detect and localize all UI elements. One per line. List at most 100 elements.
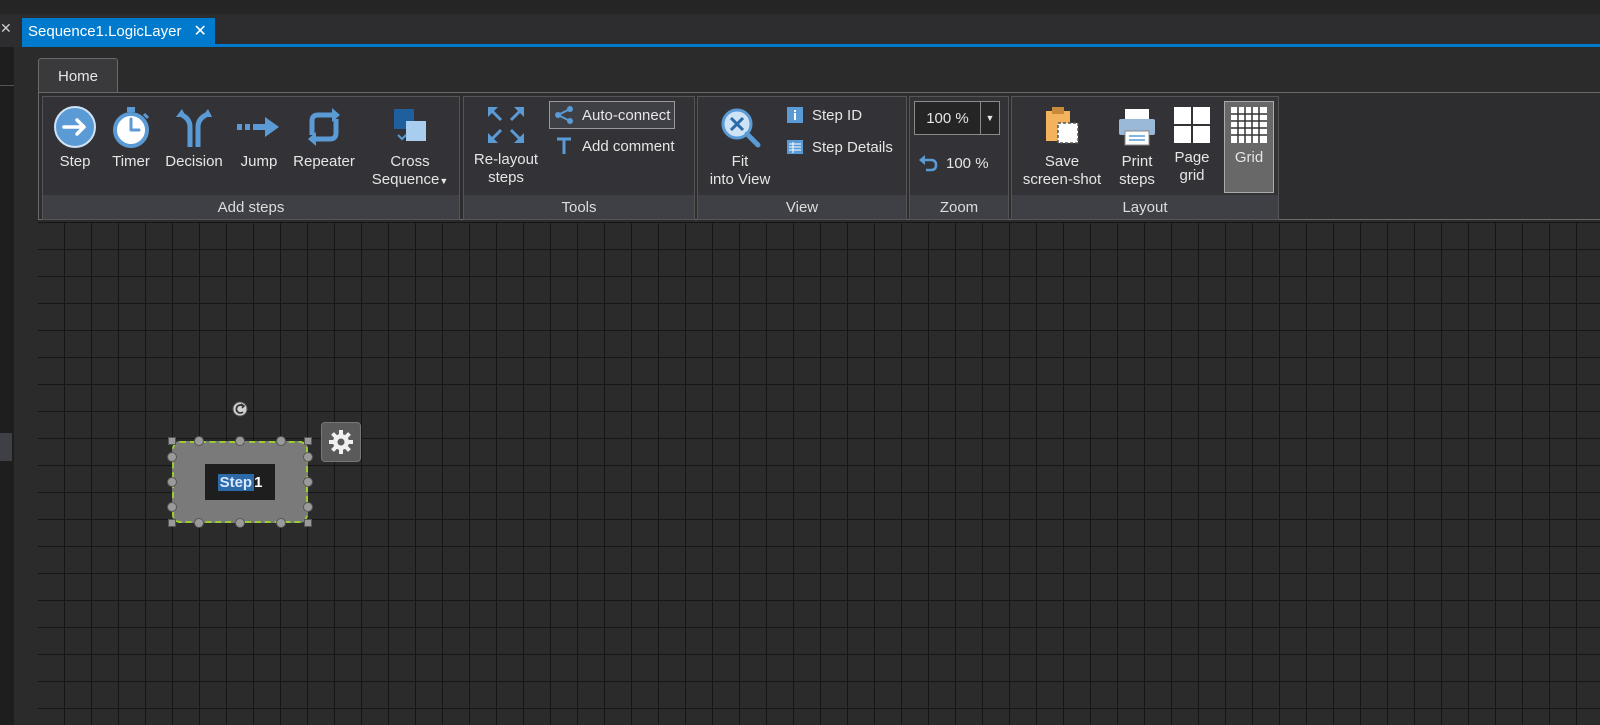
group-view: Fit into View Step ID Step Details View [697, 96, 907, 220]
group-label-add-steps: Add steps [43, 195, 459, 219]
zoom-combo-value: 100 % [926, 109, 969, 127]
add-comment-button[interactable]: Add comment [554, 133, 675, 159]
resize-handle-bottom-left[interactable] [168, 519, 176, 527]
decision-branch-icon [176, 109, 212, 147]
clipboard-screenshot-icon [1046, 107, 1079, 144]
grid-label: Grid [1234, 149, 1264, 166]
resize-handle-bottom-right[interactable] [304, 519, 312, 527]
left-panel-close-icon[interactable]: ✕ [0, 20, 12, 40]
cross-sequence-label-line2: Sequence▼ [371, 171, 449, 188]
connection-point[interactable] [167, 452, 177, 462]
add-decision-button[interactable]: Decision [161, 105, 227, 171]
add-timer-button[interactable]: Timer [105, 105, 157, 171]
step-button-label: Step [59, 153, 91, 170]
print-steps-button[interactable]: Print steps [1112, 105, 1162, 189]
resize-handle-top-left[interactable] [168, 437, 176, 445]
step-node-label[interactable]: Step 1 [205, 464, 275, 500]
page-grid-icon [1174, 107, 1210, 143]
grid-icon [1231, 107, 1267, 143]
group-zoom: 100 % ▼ 100 % Zoom [909, 96, 1009, 220]
text-t-icon [557, 137, 571, 154]
left-side-panel [0, 47, 15, 725]
step-details-toggle[interactable]: Step Details [786, 135, 893, 159]
connection-point[interactable] [235, 518, 245, 528]
group-label-zoom: Zoom [910, 195, 1008, 219]
connection-point[interactable] [194, 518, 204, 528]
group-label-tools: Tools [464, 195, 694, 219]
group-add-steps: Step Timer Decision Jump Repeater Cross … [42, 96, 460, 220]
connection-point[interactable] [194, 436, 204, 446]
save-label-line2: screen-shot [1022, 171, 1102, 188]
add-cross-sequence-button[interactable]: Cross Sequence▼ [365, 105, 455, 190]
relayout-steps-button[interactable]: Re-layout steps [470, 103, 542, 187]
connection-point[interactable] [276, 436, 286, 446]
document-tab[interactable]: Sequence1.LogicLayer ✕ [22, 18, 215, 44]
decision-button-label: Decision [165, 153, 223, 170]
print-label-line2: steps [1119, 171, 1155, 188]
page-grid-button[interactable]: Page grid [1168, 105, 1216, 185]
print-label-line1: Print [1121, 153, 1153, 170]
step-label-number: 1 [254, 473, 263, 491]
zoom-reset-button[interactable]: 100 % [918, 151, 989, 175]
connection-point[interactable] [167, 502, 177, 512]
printer-icon [1119, 109, 1155, 146]
zoom-reset-label: 100 % [946, 154, 989, 172]
step-id-toggle[interactable]: Step ID [786, 103, 862, 127]
step-icon [54, 106, 96, 148]
chevron-down-icon: ▼ [439, 176, 449, 186]
fit-label-line1: Fit [731, 153, 749, 170]
step-node[interactable]: Step 1 [167, 436, 313, 528]
connection-point[interactable] [303, 502, 313, 512]
add-comment-label: Add comment [582, 137, 675, 155]
rotate-handle-icon[interactable] [231, 400, 249, 418]
undo-arrow-icon [919, 155, 938, 172]
connection-point[interactable] [276, 518, 286, 528]
timer-button-label: Timer [112, 153, 150, 170]
document-tab-bar [0, 14, 1600, 44]
relayout-label-line1: Re-layout [473, 151, 539, 168]
magnifier-icon [721, 108, 761, 148]
resize-handle-top-right[interactable] [304, 437, 312, 445]
details-list-icon [787, 140, 803, 154]
save-label-line1: Save [1044, 153, 1080, 170]
top-toolbar-strip [0, 0, 1600, 14]
connection-point[interactable] [167, 477, 177, 487]
connection-point[interactable] [303, 477, 313, 487]
cross-sequence-icon [394, 109, 426, 141]
gear-icon [329, 430, 353, 454]
grid-toggle-button[interactable]: Grid [1224, 105, 1274, 167]
add-repeater-button[interactable]: Repeater [289, 105, 359, 171]
step-settings-button[interactable] [321, 422, 361, 462]
connect-nodes-icon [555, 106, 573, 124]
group-label-view: View [698, 195, 906, 219]
repeat-loop-icon [308, 108, 340, 146]
tab-home[interactable]: Home [38, 58, 118, 93]
stopwatch-icon [113, 107, 150, 148]
connection-point[interactable] [235, 436, 245, 446]
step-details-label: Step Details [812, 138, 893, 156]
fit-into-view-button[interactable]: Fit into View [702, 105, 778, 189]
connection-point[interactable] [303, 452, 313, 462]
auto-connect-label: Auto-connect [582, 106, 671, 124]
save-screenshot-button[interactable]: Save screen-shot [1014, 105, 1110, 189]
group-layout: Save screen-shot Print steps Page grid G… [1011, 96, 1279, 220]
jump-button-label: Jump [240, 153, 278, 170]
repeater-button-label: Repeater [293, 153, 355, 170]
auto-connect-toggle[interactable]: Auto-connect [549, 101, 676, 129]
chevron-down-icon[interactable]: ▼ [980, 102, 999, 134]
step-id-label: Step ID [812, 106, 863, 124]
expand-arrows-icon [488, 107, 524, 143]
zoom-level-combo[interactable]: 100 % ▼ [914, 101, 1000, 135]
relayout-label-line2: steps [488, 169, 524, 186]
group-label-layout: Layout [1012, 195, 1278, 219]
add-jump-button[interactable]: Jump [233, 105, 285, 171]
page-label-line2: grid [1179, 167, 1205, 184]
jump-arrow-icon [237, 117, 279, 137]
step-label-highlighted: Step [217, 473, 255, 491]
info-icon [787, 107, 803, 123]
document-tab-close-icon[interactable]: ✕ [193, 21, 206, 41]
ribbon: Step Timer Decision Jump Repeater Cross … [38, 92, 1600, 220]
fit-label-line2: into View [709, 171, 771, 188]
add-step-button[interactable]: Step [49, 105, 101, 171]
cross-sequence-label-line1: Cross [390, 153, 430, 170]
